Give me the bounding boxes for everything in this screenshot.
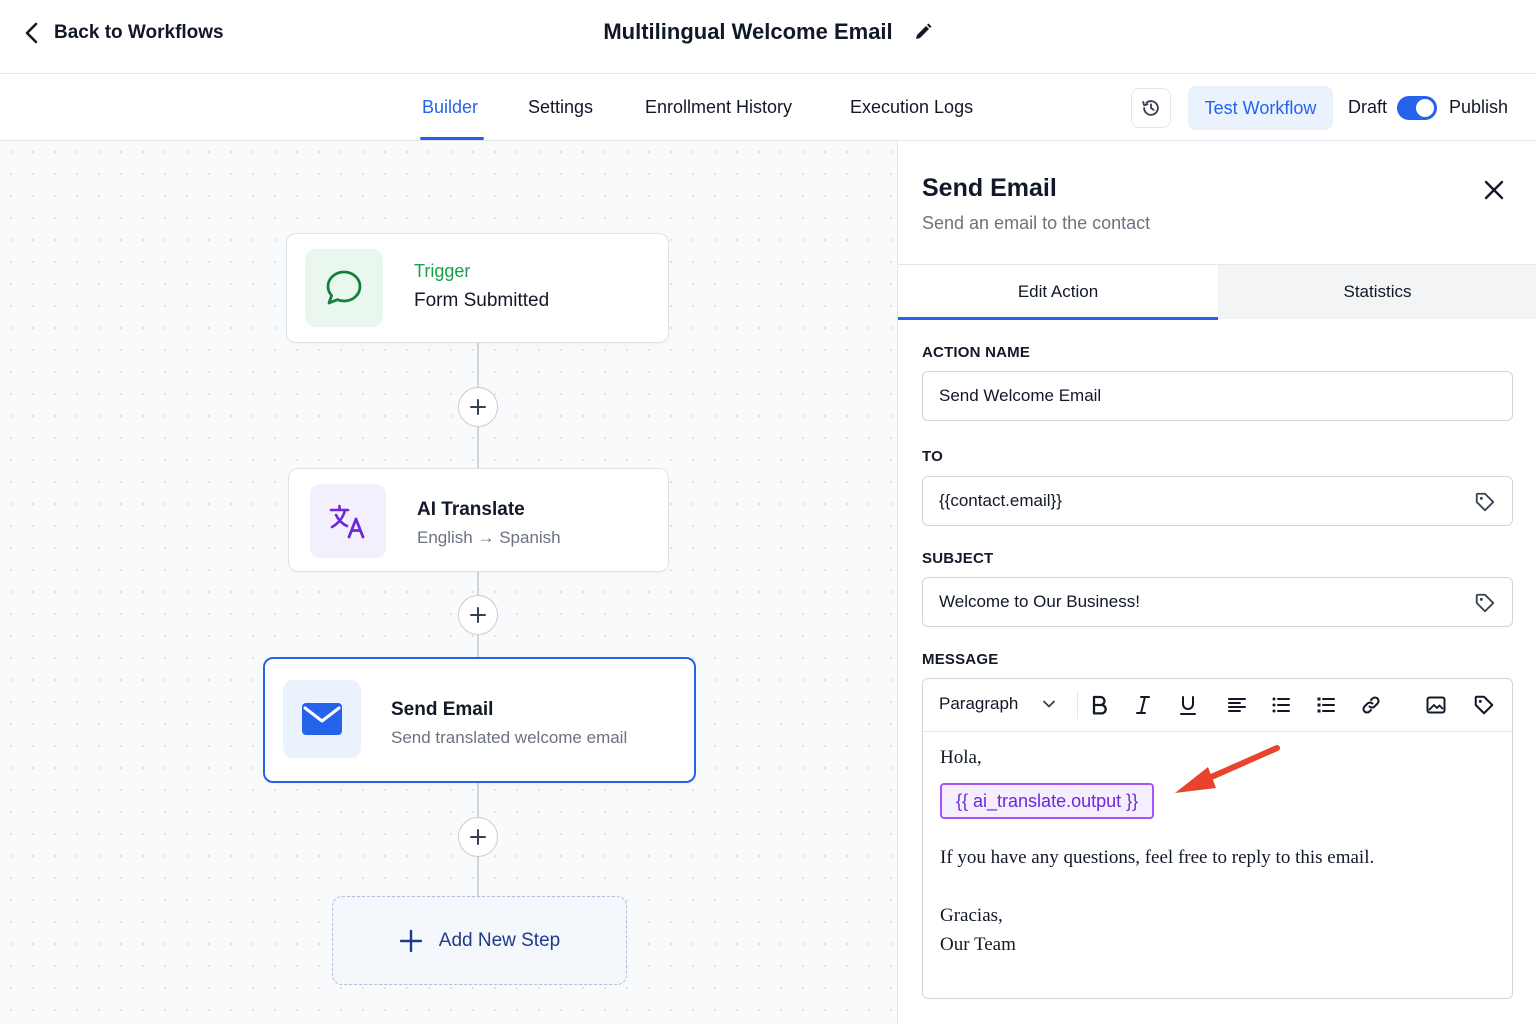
connector-line bbox=[477, 427, 479, 469]
workflow-canvas[interactable]: Trigger Form Submitted AI Translate Engl… bbox=[0, 141, 897, 1024]
italic-icon bbox=[1136, 696, 1150, 714]
connector-line bbox=[477, 343, 479, 389]
tab-execution-logs[interactable]: Execution Logs bbox=[850, 75, 973, 140]
mail-icon bbox=[302, 703, 342, 735]
plus-icon bbox=[470, 607, 486, 623]
history-clock-icon bbox=[1142, 100, 1159, 116]
toolbar-divider bbox=[1077, 691, 1078, 719]
pencil-edit-icon[interactable] bbox=[913, 22, 933, 42]
paragraph-format-select[interactable]: Paragraph bbox=[939, 694, 1056, 714]
subject-label: SUBJECT bbox=[922, 550, 994, 567]
format-value: Paragraph bbox=[939, 694, 1019, 713]
ai-translate-subtitle: English → Spanish bbox=[417, 528, 561, 547]
mail-icon-box bbox=[283, 680, 361, 758]
message-signature: Our Team bbox=[940, 934, 1016, 955]
draft-label: Draft bbox=[1348, 97, 1388, 117]
plus-icon bbox=[470, 829, 486, 845]
trigger-icon-box bbox=[305, 249, 383, 327]
chevron-down-icon bbox=[1043, 700, 1056, 708]
close-panel-button[interactable] bbox=[1480, 176, 1508, 204]
connector-line bbox=[477, 635, 479, 659]
tab-enrollment-history[interactable]: Enrollment History bbox=[645, 75, 792, 140]
image-icon bbox=[1426, 696, 1446, 714]
connector-line bbox=[477, 782, 479, 818]
message-signoff: Gracias, bbox=[940, 905, 1003, 926]
numbered-list-button[interactable] bbox=[1313, 692, 1339, 718]
message-editor[interactable]: Paragraph Hola, {{ai_translate.output}… bbox=[922, 678, 1513, 999]
subject-input[interactable]: Welcome to Our Business! bbox=[922, 577, 1513, 627]
send-email-node[interactable]: Send Email Send translated welcome email bbox=[263, 657, 696, 783]
history-button[interactable] bbox=[1131, 88, 1171, 128]
send-email-title: Send Email bbox=[391, 699, 494, 720]
workflow-title: Multilingual Welcome Email bbox=[603, 19, 893, 44]
action-name-value: Send Welcome Email bbox=[939, 386, 1102, 405]
add-new-step-button[interactable]: Add New Step bbox=[332, 896, 627, 985]
nav-bar: Builder Settings Enrollment History Exec… bbox=[0, 75, 1536, 141]
underline-button[interactable] bbox=[1175, 692, 1201, 718]
bold-icon bbox=[1092, 695, 1107, 715]
close-icon bbox=[1484, 180, 1504, 200]
bullet-list-icon bbox=[1272, 697, 1290, 713]
link-icon bbox=[1362, 696, 1380, 714]
plus-icon bbox=[399, 929, 422, 952]
insert-variable-button[interactable] bbox=[1471, 692, 1497, 718]
panel-tabs: Edit Action Statistics bbox=[898, 264, 1536, 320]
underline-icon bbox=[1180, 696, 1196, 715]
trigger-node[interactable]: Trigger Form Submitted bbox=[286, 233, 669, 343]
translate-icon bbox=[329, 504, 365, 539]
tab-edit-action[interactable]: Edit Action bbox=[898, 265, 1218, 320]
translate-icon-box bbox=[310, 484, 386, 558]
send-email-subtitle: Send translated welcome email bbox=[391, 728, 628, 747]
chat-bubble-icon bbox=[326, 270, 362, 305]
tab-builder[interactable]: Builder bbox=[419, 75, 485, 140]
trigger-subtitle: Form Submitted bbox=[414, 290, 550, 311]
add-new-step-label: Add New Step bbox=[438, 929, 561, 951]
publish-toggle[interactable] bbox=[1397, 96, 1437, 120]
connector-line bbox=[477, 857, 479, 897]
tag-icon[interactable] bbox=[1474, 491, 1496, 513]
link-button[interactable] bbox=[1358, 692, 1384, 718]
connector-line bbox=[477, 571, 479, 597]
tag-icon[interactable] bbox=[1474, 592, 1496, 614]
to-input[interactable]: {{contact.email}} bbox=[922, 476, 1513, 526]
publish-label[interactable]: Publish bbox=[1449, 97, 1508, 118]
align-left-button[interactable] bbox=[1224, 692, 1250, 718]
workflow-title-bar: Multilingual Welcome Email bbox=[0, 19, 1536, 45]
tag-icon bbox=[1474, 695, 1494, 715]
action-name-input[interactable]: Send Welcome Email bbox=[922, 371, 1513, 421]
tab-settings[interactable]: Settings bbox=[528, 75, 593, 140]
tab-statistics[interactable]: Statistics bbox=[1218, 265, 1536, 319]
image-button[interactable] bbox=[1423, 692, 1449, 718]
trigger-title: Trigger bbox=[414, 261, 471, 281]
message-label: MESSAGE bbox=[922, 651, 999, 668]
align-left-icon bbox=[1228, 698, 1246, 712]
subject-value: Welcome to Our Business! bbox=[939, 592, 1140, 611]
to-value: {{contact.email}} bbox=[939, 491, 1062, 510]
top-header: Back to Workflows Multilingual Welcome E… bbox=[0, 0, 1536, 74]
to-label: TO bbox=[922, 448, 943, 465]
add-step-plus-button[interactable] bbox=[458, 387, 498, 427]
bold-button[interactable] bbox=[1086, 692, 1112, 718]
ai-translate-node[interactable]: AI Translate English → Spanish bbox=[288, 468, 669, 572]
panel-subtitle: Send an email to the contact bbox=[922, 213, 1151, 233]
ai-translate-title: AI Translate bbox=[417, 499, 525, 520]
message-greeting: Hola, bbox=[940, 747, 982, 768]
numbered-list-icon bbox=[1317, 697, 1335, 713]
italic-button[interactable] bbox=[1130, 692, 1156, 718]
action-side-panel: Send Email Send an email to the contact … bbox=[897, 141, 1536, 1024]
plus-icon bbox=[470, 399, 486, 415]
annotation-arrow-icon bbox=[1175, 745, 1280, 793]
toggle-knob bbox=[1416, 99, 1434, 117]
bullet-list-button[interactable] bbox=[1268, 692, 1294, 718]
message-line: If you have any questions, feel free to … bbox=[940, 847, 1375, 868]
panel-title: Send Email bbox=[922, 174, 1057, 202]
test-workflow-button[interactable]: Test Workflow bbox=[1188, 86, 1333, 130]
ai-translate-variable-chip[interactable]: {{ ai_translate.output }} bbox=[940, 783, 1155, 819]
editor-toolbar: Paragraph bbox=[923, 679, 1512, 732]
add-step-plus-button[interactable] bbox=[458, 595, 498, 635]
add-step-plus-button[interactable] bbox=[458, 817, 498, 857]
action-name-label: ACTION NAME bbox=[922, 344, 1031, 361]
